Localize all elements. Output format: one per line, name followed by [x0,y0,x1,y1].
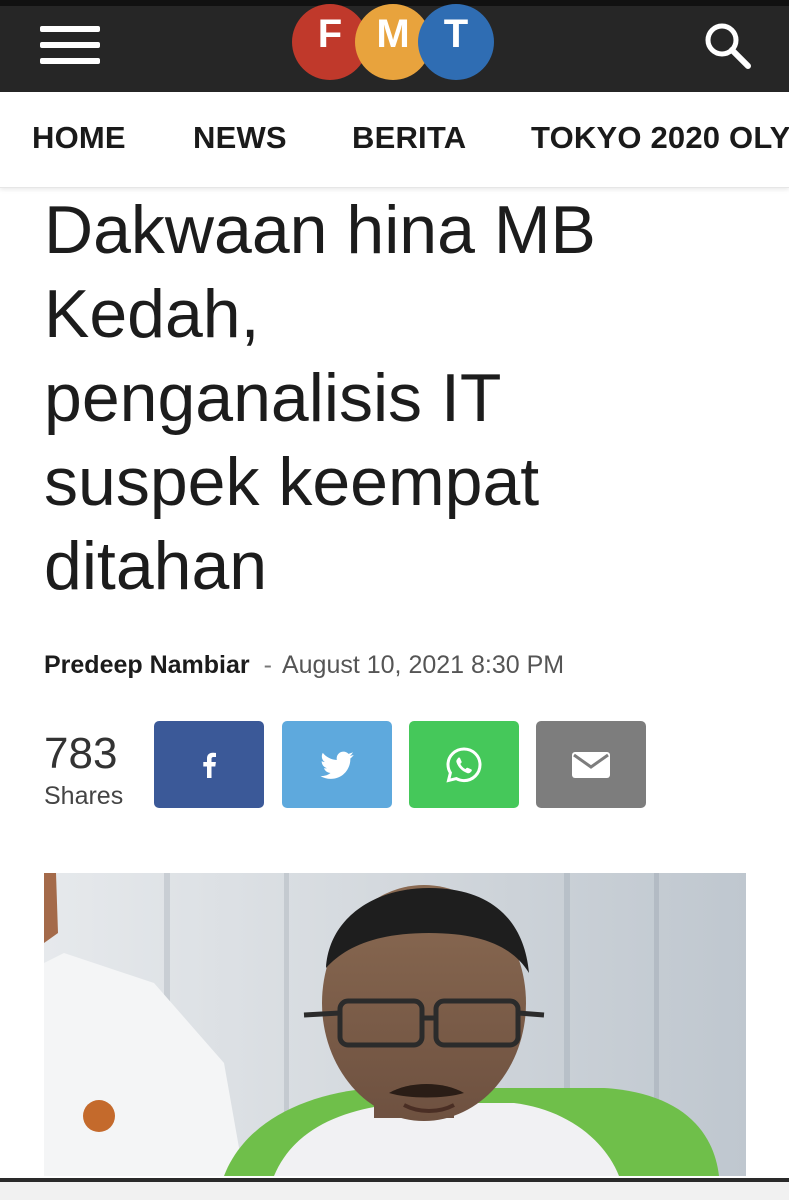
share-count-label: Shares [44,782,124,810]
logo-letter-t: T [443,12,469,56]
article-headline: Dakwaan hina MB Kedah, penganalisis IT s… [44,188,744,608]
share-count-number: 783 [44,729,118,778]
twitter-icon [320,751,354,779]
bottom-browser-strip [0,1178,789,1200]
article-byline: Predeep Nambiar - August 10, 2021 8:30 PM [44,651,564,680]
author-link[interactable]: Predeep Nambiar [44,651,250,679]
menu-line [40,42,100,48]
facebook-icon [203,752,216,778]
search-icon[interactable] [700,18,756,74]
fmt-logo[interactable]: F M T [292,4,494,80]
email-share-button[interactable] [536,721,646,808]
search-icon-graphic [705,23,751,69]
headline-line: penganalisis IT [44,360,502,436]
whatsapp-icon [446,746,482,783]
menu-line [40,26,100,32]
hamburger-menu-icon[interactable] [40,22,100,68]
nav-item-home[interactable]: HOME [32,120,126,156]
facebook-share-button[interactable] [154,721,264,808]
headline-line: ditahan [44,528,268,604]
byline-separator: - [263,651,272,679]
headline-line: Dakwaan hina MB [44,192,596,268]
headline-line: Kedah, [44,276,260,352]
top-header-bar: F M T [0,0,789,92]
article-photo-illustration [44,873,746,1176]
menu-line [40,58,100,64]
nav-item-news[interactable]: NEWS [193,120,287,156]
twitter-share-button[interactable] [282,721,392,808]
share-count: 783 Shares [44,730,144,812]
man-with-glasses-photo [44,873,746,1176]
whatsapp-share-button[interactable] [409,721,519,808]
main-navigation: HOME NEWS BERITA TOKYO 2020 OLY [0,92,789,188]
headline-line: suspek keempat [44,444,540,520]
nav-item-berita[interactable]: BERITA [352,120,466,156]
mail-icon [572,751,610,778]
publish-date: August 10, 2021 8:30 PM [281,651,565,679]
nav-item-tokyo-2020[interactable]: TOKYO 2020 OLY [531,120,789,156]
